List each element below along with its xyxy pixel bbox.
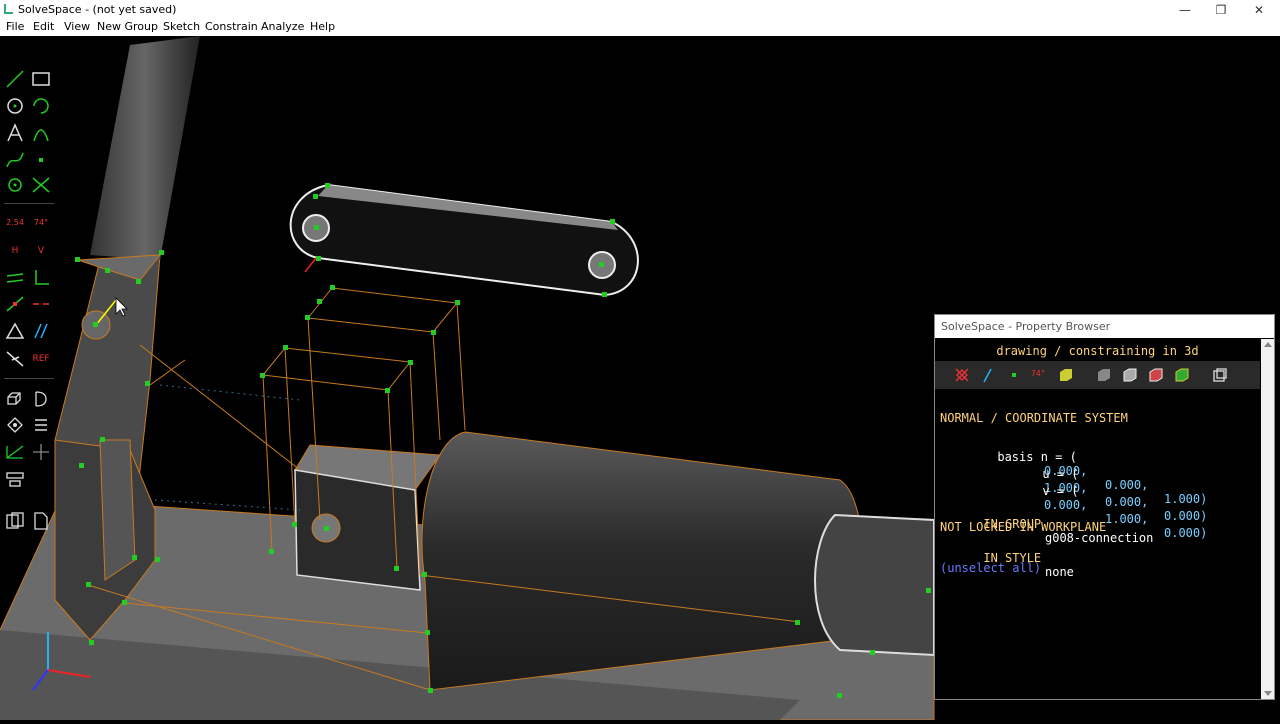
menu-bar: File Edit View New Group Sketch Constrai… [0,19,1280,36]
point-on-entity-icon[interactable] [4,293,26,315]
scroll-down-icon[interactable] [1264,691,1272,696]
tangent-arc-icon[interactable] [30,122,52,144]
lathe-icon[interactable] [30,388,52,410]
same-orientation-icon[interactable] [30,320,52,342]
menu-new-group[interactable]: New Group [97,20,158,33]
toolbar-separator [4,378,54,379]
section-title: NORMAL / COORDINATE SYSTEM [940,411,1128,425]
split-curves-icon[interactable] [30,174,52,196]
cylinder-end[interactable] [814,513,935,657]
assemble-icon[interactable] [4,468,26,490]
outline-icon[interactable] [1173,366,1191,384]
lock-status: NOT LOCKED IN WORKPLANE [940,520,1107,534]
equal-constraint-icon[interactable] [30,293,52,315]
restore-button[interactable]: ❐ [1202,0,1240,20]
mesh-icon[interactable] [1147,366,1165,384]
toolbar-separator [4,203,54,204]
link-bar[interactable] [289,183,639,297]
sketch-in-3d-icon[interactable] [4,441,26,463]
menu-view[interactable]: View [64,20,90,33]
other-supplementary-icon[interactable] [4,348,26,370]
perpendicular-constraint-icon[interactable] [30,267,52,289]
rectangle-tool-icon[interactable] [30,68,52,90]
horizontal-constraint-icon[interactable]: H [4,240,26,262]
property-browser-scrollbar[interactable] [1261,339,1274,699]
solid-icon[interactable] [1095,366,1113,384]
property-browser-window: SolveSpace - Property Browser drawing / … [934,314,1275,700]
property-browser-title: SolveSpace - Property Browser [935,315,1274,338]
vertical-constraint-icon[interactable]: V [30,240,52,262]
angle-dimension-icon[interactable]: 74° [30,212,52,234]
distance-dimension-icon[interactable]: 2.54 [4,212,26,234]
menu-sketch[interactable]: Sketch [163,20,200,33]
scroll-up-icon[interactable] [1264,342,1272,347]
text-tool-icon[interactable] [4,122,26,144]
circle-tool-icon[interactable] [4,95,26,117]
unselect-all-link[interactable]: (unselect all) [940,561,1041,575]
link-file-icon[interactable] [4,510,26,532]
property-browser-body: drawing / constraining in 3d 74° NORMAL … [935,339,1260,699]
reference-toggle-icon[interactable]: REF [28,348,54,370]
angle-icon[interactable]: 74° [1031,366,1049,384]
datum-point-icon[interactable] [30,149,52,171]
style-link[interactable]: none [1045,565,1074,579]
cubic-spline-icon[interactable] [4,149,26,171]
arc-tool-icon[interactable] [30,95,52,117]
dotted-reference-lines [154,384,301,511]
symmetric-constraint-icon[interactable] [4,320,26,342]
window-title: SolveSpace - (not yet saved) [18,3,177,16]
display-toggle-bar: 74° [935,361,1260,389]
menu-analyze[interactable]: Analyze [261,20,304,33]
link-normal-arrow [304,257,317,273]
workplane-icon[interactable] [953,366,971,384]
menu-help[interactable]: Help [310,20,335,33]
menu-edit[interactable]: Edit [33,20,54,33]
parallel-constraint-icon[interactable] [4,267,26,289]
line-tool-icon[interactable] [4,68,26,90]
extrude-icon[interactable] [4,388,26,410]
piston-rod[interactable] [90,36,200,260]
menu-file[interactable]: File [6,20,24,33]
minimize-button[interactable]: — [1166,0,1204,20]
menu-constrain[interactable]: Constrain [205,20,258,33]
normal-icon[interactable] [979,366,997,384]
sketch-in-workplane-icon[interactable] [30,441,52,463]
step-translate-icon[interactable] [30,414,52,436]
mode-header: drawing / constraining in 3d [996,344,1199,358]
title-bar: SolveSpace - (not yet saved) — ❐ ✕ [0,0,1280,20]
close-button[interactable]: ✕ [1240,0,1278,20]
face-icon[interactable] [1057,366,1075,384]
workplane-tool-icon[interactable] [4,174,26,196]
shaded-icon[interactable] [1121,366,1139,384]
point-icon[interactable] [1005,366,1023,384]
new-file-icon[interactable] [30,510,52,532]
post-slot [99,439,136,581]
solvespace-app-icon [4,4,13,14]
step-rotate-icon[interactable] [4,414,26,436]
sketch-toolbar: 2.54 74° H V REF [0,60,58,540]
hidden-icon[interactable] [1211,366,1229,384]
